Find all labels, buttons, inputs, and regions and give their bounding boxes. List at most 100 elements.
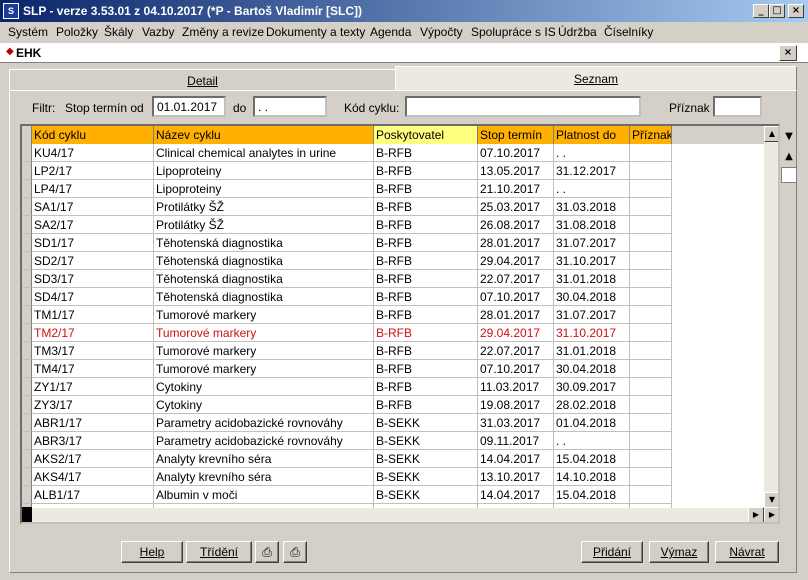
cell-kod-cyklu[interactable]: SD3/17 — [32, 270, 154, 288]
kod-cyklu-input[interactable] — [405, 96, 641, 117]
cell-priznak[interactable] — [630, 432, 672, 450]
cell-platnost-do[interactable]: 30.09.2017 — [554, 378, 630, 396]
header-platnost-do[interactable]: Platnost do — [554, 126, 630, 144]
cell-platnost-do[interactable]: 31.07.2017 — [554, 306, 630, 324]
cell-poskytovatel[interactable]: B-SEKK — [374, 468, 478, 486]
cell-nazev-cyklu[interactable]: Tumorové markery — [154, 324, 374, 342]
table-row[interactable]: SD4/17 Těhotenská diagnostika B-RFB 07.10.2… — [22, 288, 764, 306]
cell-stop-termin[interactable]: 22.07.2017 — [478, 342, 554, 360]
cell-priznak[interactable] — [630, 270, 672, 288]
cell-nazev-cyklu[interactable]: Parametry acidobazické rovnováhy — [154, 414, 374, 432]
ehk-titlebar[interactable]: ◆ EHK × — [0, 43, 808, 63]
table-row[interactable]: SA2/17 Protilátky ŠŽ B-RFB 26.08.2017 31.08.… — [22, 216, 764, 234]
cell-stop-termin[interactable]: 21.10.2017 — [478, 180, 554, 198]
cell-stop-termin[interactable]: 14.04.2017 — [478, 486, 554, 504]
cell-kod-cyklu[interactable]: ZY1/17 — [32, 378, 154, 396]
cell-poskytovatel[interactable]: B-RFB — [374, 288, 478, 306]
cell-poskytovatel[interactable]: B-RFB — [374, 342, 478, 360]
cell-kod-cyklu[interactable]: TM1/17 — [32, 306, 154, 324]
grid-vertical-scrollbar[interactable]: ▲ ▼ — [764, 126, 778, 508]
cell-nazev-cyklu[interactable]: Těhotenská diagnostika — [154, 288, 374, 306]
menu-skaly[interactable]: Škály — [104, 25, 133, 39]
cell-stop-termin[interactable]: 28.01.2017 — [478, 234, 554, 252]
row-indicator[interactable] — [22, 414, 32, 432]
cell-kod-cyklu[interactable]: TM4/17 — [32, 360, 154, 378]
cell-platnost-do[interactable]: 31.01.2018 — [554, 270, 630, 288]
cell-nazev-cyklu[interactable]: Cytokiny — [154, 396, 374, 414]
row-indicator[interactable] — [22, 144, 32, 162]
row-indicator[interactable] — [22, 216, 32, 234]
cell-priznak[interactable] — [630, 396, 672, 414]
cell-stop-termin[interactable]: 28.01.2017 — [478, 306, 554, 324]
help-button[interactable]: Help — [121, 541, 183, 563]
cell-priznak[interactable] — [630, 324, 672, 342]
table-row[interactable]: ABR1/17 Parametry acidobazické rovnováhy B… — [22, 414, 764, 432]
table-row[interactable]: LP4/17 Lipoproteiny B-RFB 21.10.2017. . — [22, 180, 764, 198]
table-row[interactable]: SD1/17 Těhotenská diagnostika B-RFB 28.01.2… — [22, 234, 764, 252]
scroll-left-icon[interactable] — [22, 507, 32, 522]
cell-platnost-do[interactable]: 31.07.2017 — [554, 234, 630, 252]
table-row[interactable]: TM2/17 Tumorové markery B-RFB 29.04.2017 31.… — [22, 324, 764, 342]
cell-nazev-cyklu[interactable]: Tumorové markery — [154, 360, 374, 378]
row-indicator[interactable] — [22, 378, 32, 396]
cell-platnost-do[interactable]: . . — [554, 432, 630, 450]
cell-stop-termin[interactable]: 07.10.2017 — [478, 288, 554, 306]
cell-priznak[interactable] — [630, 342, 672, 360]
cell-stop-termin[interactable]: 19.08.2017 — [478, 396, 554, 414]
cell-priznak[interactable] — [630, 198, 672, 216]
cell-nazev-cyklu[interactable]: Clinical chemical analytes in urine — [154, 144, 374, 162]
scroll-end-icon[interactable]: ▶ — [764, 507, 778, 522]
header-poskytovatel[interactable]: Poskytovatel — [374, 126, 478, 144]
cell-poskytovatel[interactable]: B-RFB — [374, 324, 478, 342]
table-row[interactable]: SD2/17 Těhotenská diagnostika B-RFB 29.04.2… — [22, 252, 764, 270]
cell-nazev-cyklu[interactable]: Cytokiny — [154, 378, 374, 396]
cell-poskytovatel[interactable]: B-SEKK — [374, 486, 478, 504]
table-row[interactable]: ALB1/17 Albumin v moči B-SEKK 14.04.2017 15.… — [22, 486, 764, 504]
maximize-button[interactable]: □ — [769, 4, 785, 18]
row-indicator[interactable] — [22, 306, 32, 324]
cell-kod-cyklu[interactable]: SA1/17 — [32, 198, 154, 216]
cell-platnost-do[interactable]: 30.04.2018 — [554, 288, 630, 306]
cell-stop-termin[interactable]: 07.10.2017 — [478, 144, 554, 162]
cell-platnost-do[interactable]: 31.08.2018 — [554, 216, 630, 234]
table-row[interactable]: TM4/17 Tumorové markery B-RFB 07.10.2017 30.… — [22, 360, 764, 378]
table-row[interactable]: ZY3/17 Cytokiny B-RFB 19.08.2017 28.02.2018 — [22, 396, 764, 414]
trideni-button[interactable]: Třídění — [186, 541, 252, 563]
cell-poskytovatel[interactable]: B-RFB — [374, 216, 478, 234]
cell-platnost-do[interactable]: 31.01.2018 — [554, 342, 630, 360]
cell-poskytovatel[interactable]: B-RFB — [374, 306, 478, 324]
cell-priznak[interactable] — [630, 162, 672, 180]
row-indicator[interactable] — [22, 180, 32, 198]
cell-poskytovatel[interactable]: B-RFB — [374, 162, 478, 180]
cell-poskytovatel[interactable]: B-RFB — [374, 396, 478, 414]
cell-poskytovatel[interactable]: B-RFB — [374, 252, 478, 270]
ehk-close-button[interactable]: × — [779, 45, 797, 61]
cell-stop-termin[interactable]: 25.03.2017 — [478, 198, 554, 216]
menu-system[interactable]: Systém — [8, 25, 48, 39]
table-row[interactable]: AKS2/17 Analyty krevního séra B-SEKK 14.04.… — [22, 450, 764, 468]
cell-nazev-cyklu[interactable]: Těhotenská diagnostika — [154, 270, 374, 288]
row-indicator[interactable] — [22, 360, 32, 378]
table-row[interactable]: KU4/17 Clinical chemical analytes in urin… — [22, 144, 764, 162]
cell-poskytovatel[interactable]: B-SEKK — [374, 414, 478, 432]
cell-priznak[interactable] — [630, 360, 672, 378]
cell-platnost-do[interactable]: 15.04.2018 — [554, 450, 630, 468]
cell-nazev-cyklu[interactable]: Lipoproteiny — [154, 180, 374, 198]
cell-platnost-do[interactable]: 31.03.2018 — [554, 198, 630, 216]
cell-poskytovatel[interactable]: B-RFB — [374, 144, 478, 162]
cell-priznak[interactable] — [630, 234, 672, 252]
triangle-down-icon[interactable]: ▼ — [781, 129, 797, 145]
header-stop-termin[interactable]: Stop termín — [478, 126, 554, 144]
cell-nazev-cyklu[interactable]: Tumorové markery — [154, 342, 374, 360]
table-row[interactable]: ABR3/17 Parametry acidobazické rovnováhy B… — [22, 432, 764, 450]
header-nazev-cyklu[interactable]: Název cyklu — [154, 126, 374, 144]
row-indicator[interactable] — [22, 234, 32, 252]
table-row[interactable]: TM3/17 Tumorové markery B-RFB 22.07.2017 31.… — [22, 342, 764, 360]
cell-stop-termin[interactable]: 09.11.2017 — [478, 432, 554, 450]
cell-kod-cyklu[interactable]: TM3/17 — [32, 342, 154, 360]
cell-kod-cyklu[interactable]: TM2/17 — [32, 324, 154, 342]
cell-platnost-do[interactable]: 28.02.2018 — [554, 396, 630, 414]
cell-kod-cyklu[interactable]: ALB1/17 — [32, 486, 154, 504]
row-indicator[interactable] — [22, 486, 32, 504]
cell-kod-cyklu[interactable]: SA2/17 — [32, 216, 154, 234]
